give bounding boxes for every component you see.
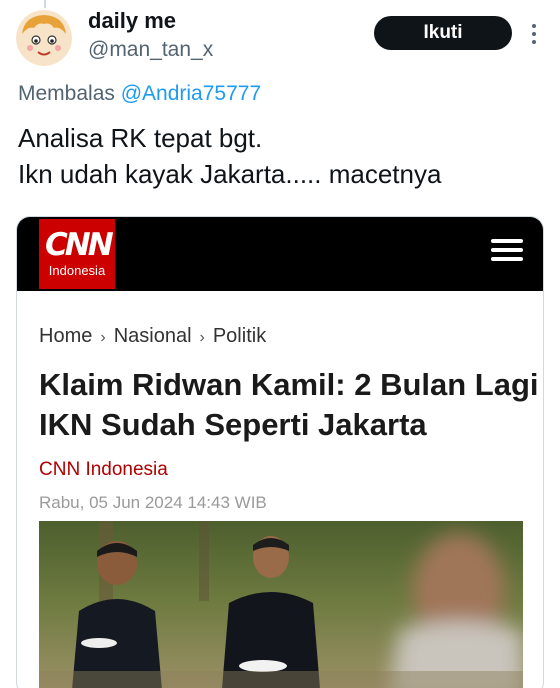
reply-mention-link[interactable]: @Andria75777 <box>121 82 261 105</box>
chevron-right-icon: › <box>100 329 106 346</box>
reply-context: Membalas @Andria75777 <box>18 82 261 106</box>
tweet-text: Analisa RK tepat bgt. Ikn udah kayak Jak… <box>18 120 548 192</box>
more-vertical-icon[interactable] <box>524 20 544 48</box>
avatar[interactable] <box>16 10 72 66</box>
tweet-text-line: Analisa RK tepat bgt. <box>18 123 263 153</box>
article-source: CNN Indonesia <box>39 459 168 480</box>
article-photo-image <box>39 521 523 688</box>
display-name[interactable]: daily me <box>88 8 176 34</box>
link-preview-card[interactable]: CNN Indonesia Home › Nasional › Politik Klai… <box>16 216 544 688</box>
user-handle[interactable]: @man_tan_x <box>88 38 213 62</box>
article-headline[interactable]: Klaim Ridwan Kamil: 2 Bulan Lagi IKN Sud… <box>39 365 539 445</box>
breadcrumb-nasional[interactable]: Nasional <box>114 325 192 347</box>
logo-wordmark: CNN <box>45 227 114 263</box>
cnn-header-bar: CNN Indonesia <box>17 217 543 291</box>
logo-subtext: Indonesia <box>48 263 106 278</box>
hamburger-menu-icon[interactable] <box>491 239 523 263</box>
tweet-text-line: Ikn udah kayak Jakarta..... macetnya <box>18 159 442 189</box>
article-dateline: Rabu, 05 Jun 2024 14:43 WIB <box>39 493 267 512</box>
avatar-cartoon-face-icon <box>16 10 72 66</box>
reply-prefix: Membalas <box>18 82 115 105</box>
breadcrumb-politik[interactable]: Politik <box>213 325 266 347</box>
breadcrumb: Home › Nasional › Politik <box>39 325 266 348</box>
article-photo <box>39 521 523 688</box>
chevron-right-icon: › <box>199 329 205 346</box>
breadcrumb-home[interactable]: Home <box>39 325 92 347</box>
follow-button[interactable]: Ikuti <box>374 16 512 50</box>
tweet-header: daily me @man_tan_x Ikuti <box>0 0 560 80</box>
cnn-indonesia-logo[interactable]: CNN Indonesia <box>39 219 115 289</box>
